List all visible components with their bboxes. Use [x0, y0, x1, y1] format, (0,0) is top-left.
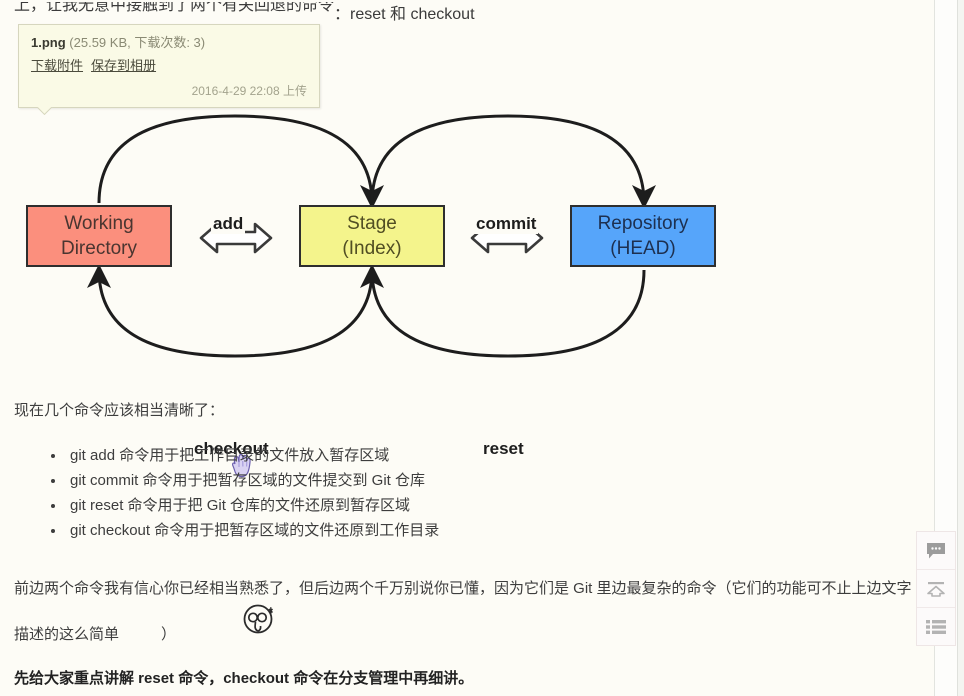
- visible-text: ：reset 和 checkout: [334, 6, 475, 23]
- box-repo-line2: (HEAD): [610, 238, 676, 259]
- page-outer-edge: [958, 0, 964, 696]
- box-stage-line2: (Index): [342, 238, 402, 259]
- page-root: 上，让我无意中接触到了两个有关回退的命令：reset 和 checkout 1.…: [0, 0, 964, 696]
- attachment-filename-row: 1.png (25.59 KB, 下载次数: 3): [31, 33, 307, 53]
- content-column-rule-outer: [957, 0, 958, 696]
- attachment-actions: 下载附件 保存到相册: [31, 55, 307, 77]
- command-list: git add 命令用于把工作目录的文件放入暂存区域 git commit 命令…: [44, 443, 439, 543]
- back-to-top-icon: [927, 581, 945, 597]
- box-working-line1: Working: [64, 213, 134, 234]
- box-working-line2: Directory: [60, 238, 137, 259]
- attachment-filename: 1.png: [31, 35, 66, 50]
- floating-side-toolbar: [916, 531, 956, 646]
- list-button[interactable]: [917, 608, 955, 645]
- diagram-box-working-directory: Working Directory: [26, 205, 172, 267]
- arrow-label-reset: reset: [481, 439, 526, 459]
- box-repo-line1: Repository: [597, 213, 689, 234]
- emoji-spacer: [119, 625, 161, 639]
- closing-bold-paragraph: 先给大家重点讲解 reset 命令，checkout 命令在分支管理中再细讲。: [14, 670, 474, 687]
- list-icon: [926, 619, 946, 634]
- diagram-box-repository-head: Repository (HEAD): [570, 205, 716, 267]
- download-attachment-link[interactable]: 下载附件: [31, 58, 83, 73]
- list-item: git reset 命令用于把 Git 仓库的文件还原到暂存区域: [66, 493, 439, 518]
- explanation-part1: 前边两个命令我有信心你已经相当熟悉了，但后边两个千万别说你已懂，因为它们是 Gi…: [14, 580, 822, 597]
- back-to-top-button[interactable]: [917, 570, 955, 608]
- explanation-paragraph: 前边两个命令我有信心你已经相当熟悉了，但后边两个千万别说你已懂，因为它们是 Gi…: [14, 566, 920, 658]
- arrow-label-add: add: [211, 214, 246, 234]
- git-workflow-diagram: Working Directory Stage (Index) Reposito…: [0, 100, 760, 478]
- arrow-label-commit: commit: [474, 214, 539, 234]
- tooltip-tail: [37, 107, 53, 116]
- list-item: git add 命令用于把工作目录的文件放入暂存区域: [66, 443, 439, 468]
- attachment-upload-time: 2016-4-29 22:08 上传: [191, 84, 307, 98]
- clipped-text: 上，让我无意中接触到了两个有关回退的命令: [14, 2, 335, 14]
- comment-button[interactable]: [917, 532, 955, 570]
- save-to-album-link[interactable]: 保存到相册: [91, 58, 156, 73]
- comment-icon: [927, 542, 945, 558]
- box-stage-line1: Stage: [347, 213, 397, 234]
- explanation-part3: ）: [161, 626, 177, 643]
- intro-paragraph: 现在几个命令应该相当清晰了：: [14, 402, 225, 419]
- attachment-meta: (25.59 KB, 下载次数: 3): [69, 35, 206, 50]
- list-item: git checkout 命令用于把暂存区域的文件还原到工作目录: [66, 518, 439, 543]
- glasses-face-emoji-icon: [243, 604, 274, 634]
- attachment-tooltip: 1.png (25.59 KB, 下载次数: 3) 下载附件 保存到相册 2016…: [18, 24, 320, 108]
- list-item: git commit 命令用于把暂存区域的文件提交到 Git 仓库: [66, 468, 439, 493]
- diagram-box-stage-index: Stage (Index): [299, 205, 445, 267]
